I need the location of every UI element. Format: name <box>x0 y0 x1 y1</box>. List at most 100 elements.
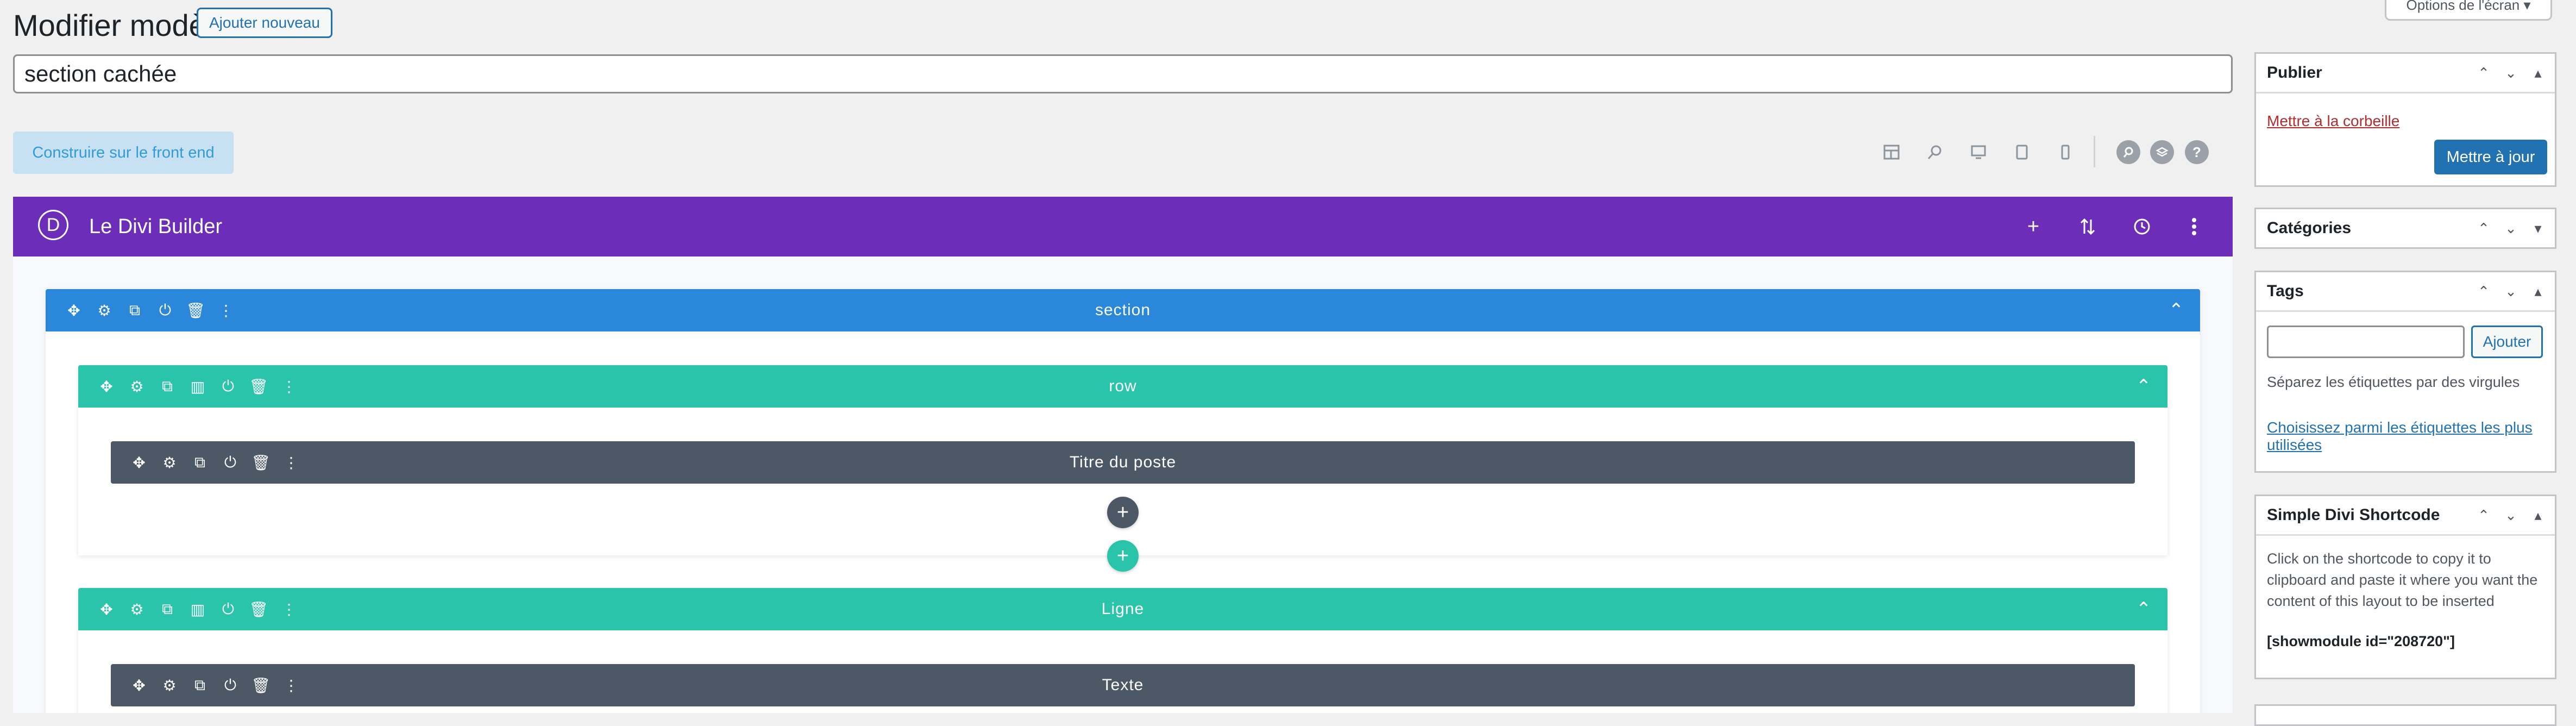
section-label: section <box>1095 301 1151 319</box>
shortcode-panel-title: Simple Divi Shortcode <box>2267 506 2440 524</box>
front-end-builder-button[interactable]: Construire sur le front end <box>13 132 234 174</box>
move-down-icon[interactable]: ⌄ <box>2497 59 2524 86</box>
row-label: row <box>1109 377 1137 395</box>
row-bar[interactable]: ✥ ⚙ ⧉ ▥ ⏻ 🗑 ⋮ row ⌃ <box>78 365 2167 408</box>
move-icon[interactable]: ✥ <box>124 447 154 478</box>
row-bar[interactable]: ✥ ⚙ ⧉ ▥ ⏻ 🗑 ⋮ Ligne ⌃ <box>78 588 2167 630</box>
screen-options-button[interactable]: Options de l'écran ▾ <box>2385 0 2552 21</box>
more-icon[interactable]: ⋮ <box>276 447 306 478</box>
more-icon[interactable]: ⋮ <box>211 295 241 326</box>
tablet-view-icon[interactable] <box>2010 140 2034 164</box>
move-up-icon[interactable]: ⌃ <box>2470 59 2497 86</box>
add-new-button[interactable]: Ajouter nouveau <box>197 8 332 38</box>
toggle-panel-icon[interactable]: ▾ <box>2524 215 2552 242</box>
tags-panel-title: Tags <box>2267 282 2304 300</box>
move-up-icon[interactable]: ⌃ <box>2470 502 2497 529</box>
history-icon[interactable] <box>2128 213 2156 240</box>
add-tag-button[interactable]: Ajouter <box>2471 326 2543 358</box>
shortcode-panel: Simple Divi Shortcode ⌃ ⌄ ▴ Click on the… <box>2254 495 2556 679</box>
move-down-icon[interactable]: ⌄ <box>2497 502 2524 529</box>
help-icon[interactable]: ? <box>2185 140 2209 164</box>
module-bar[interactable]: ✥ ⚙ ⧉ ⏻ 🗑 ⋮ Titre du poste <box>111 441 2135 484</box>
settings-icon[interactable]: ⚙ <box>89 295 120 326</box>
portability-icon[interactable] <box>2074 213 2101 240</box>
categories-panel-title: Catégories <box>2267 219 2352 237</box>
trash-icon[interactable]: 🗑 <box>243 371 274 402</box>
toggle-panel-icon[interactable]: ▴ <box>2524 59 2552 86</box>
power-icon[interactable]: ⏻ <box>213 594 243 624</box>
trash-icon[interactable]: 🗑 <box>180 295 211 326</box>
shortcode-description: Click on the shortcode to copy it to cli… <box>2267 550 2538 609</box>
move-icon[interactable]: ✥ <box>91 594 122 624</box>
move-down-icon[interactable]: ⌄ <box>2497 215 2524 242</box>
more-icon[interactable]: ⋮ <box>274 594 304 624</box>
trash-icon[interactable]: 🗑 <box>246 447 276 478</box>
duplicate-icon[interactable]: ⧉ <box>185 670 215 700</box>
update-button[interactable]: Mettre à jour <box>2434 140 2547 174</box>
publish-panel: Publier ⌃ ⌄ ▴ Mettre à la corbeille Mett… <box>2254 52 2556 187</box>
move-up-icon[interactable]: ⌃ <box>2470 278 2497 305</box>
next-panel <box>2254 704 2556 726</box>
move-to-trash-link[interactable]: Mettre à la corbeille <box>2267 112 2399 130</box>
builder-canvas: ✥ ⚙ ⧉ ⏻ 🗑 ⋮ section ⌃ ✥ ⚙ ⧉ ▥ ⏻ 🗑 ⋮ row … <box>13 256 2233 713</box>
power-icon[interactable]: ⏻ <box>150 295 180 326</box>
duplicate-icon[interactable]: ⧉ <box>152 371 183 402</box>
settings-icon[interactable]: ⚙ <box>154 447 185 478</box>
move-up-icon[interactable]: ⌃ <box>2470 215 2497 242</box>
settings-icon[interactable]: ⚙ <box>122 594 152 624</box>
tags-panel: Tags ⌃ ⌄ ▴ Ajouter Séparez les étiquette… <box>2254 271 2556 473</box>
add-row-button[interactable]: + <box>1107 540 1139 572</box>
move-icon[interactable]: ✥ <box>91 371 122 402</box>
row-container: ✥ ⚙ ⧉ ▥ ⏻ 🗑 ⋮ Ligne ⌃ ✥ ⚙ ⧉ ⏻ 🗑 ⋮ Texte <box>78 588 2167 713</box>
trash-icon[interactable]: 🗑 <box>243 594 274 624</box>
zoom-icon[interactable] <box>1923 140 1947 164</box>
add-layout-icon[interactable]: + <box>2020 213 2047 240</box>
chevron-up-icon[interactable]: ⌃ <box>2132 374 2156 398</box>
divi-logo-icon: D <box>38 210 68 240</box>
choose-tags-link[interactable]: Choisissez parmi les étiquettes les plus… <box>2267 419 2547 454</box>
move-icon[interactable]: ✥ <box>124 670 154 700</box>
power-icon[interactable]: ⏻ <box>215 447 246 478</box>
module-bar[interactable]: ✥ ⚙ ⧉ ⏻ 🗑 ⋮ Texte <box>111 664 2135 706</box>
section-container: ✥ ⚙ ⧉ ⏻ 🗑 ⋮ section ⌃ ✥ ⚙ ⧉ ▥ ⏻ 🗑 ⋮ row … <box>46 289 2200 713</box>
more-options-icon[interactable] <box>2181 213 2208 240</box>
columns-icon[interactable]: ▥ <box>183 594 213 624</box>
search-icon[interactable] <box>2116 140 2140 164</box>
tag-input[interactable] <box>2267 326 2465 358</box>
tags-hint: Séparez les étiquettes par des virgules <box>2267 374 2520 390</box>
power-icon[interactable]: ⏻ <box>215 670 246 700</box>
settings-icon[interactable]: ⚙ <box>154 670 185 700</box>
shortcode-value[interactable]: [showmodule id="208720"] <box>2267 633 2455 650</box>
publish-panel-title: Publier <box>2267 64 2322 82</box>
post-title-input[interactable]: section cachée <box>13 54 2233 93</box>
chevron-up-icon[interactable]: ⌃ <box>2132 597 2156 621</box>
publish-panel-header: Publier ⌃ ⌄ ▴ <box>2256 54 2555 93</box>
builder-header: D Le Divi Builder + <box>13 197 2233 256</box>
section-bar[interactable]: ✥ ⚙ ⧉ ⏻ 🗑 ⋮ section ⌃ <box>46 289 2200 331</box>
duplicate-icon[interactable]: ⧉ <box>152 594 183 624</box>
more-icon[interactable]: ⋮ <box>274 371 304 402</box>
divi-builder: D Le Divi Builder + ✥ ⚙ ⧉ ⏻ 🗑 ⋮ section … <box>13 197 2233 713</box>
row-label: Ligne <box>1101 600 1145 618</box>
more-icon[interactable]: ⋮ <box>276 670 306 700</box>
power-icon[interactable]: ⏻ <box>213 371 243 402</box>
phone-view-icon[interactable] <box>2053 140 2077 164</box>
add-module-button[interactable]: + <box>1107 497 1139 528</box>
toggle-panel-icon[interactable]: ▴ <box>2524 278 2552 305</box>
layers-icon[interactable] <box>2150 140 2174 164</box>
move-icon[interactable]: ✥ <box>59 295 89 326</box>
duplicate-icon[interactable]: ⧉ <box>120 295 150 326</box>
settings-icon[interactable]: ⚙ <box>122 371 152 402</box>
columns-icon[interactable]: ▥ <box>183 371 213 402</box>
builder-title: Le Divi Builder <box>89 215 222 238</box>
wireframe-view-icon[interactable] <box>1880 140 1903 164</box>
tags-panel-header: Tags ⌃ ⌄ ▴ <box>2256 272 2555 312</box>
trash-icon[interactable]: 🗑 <box>246 670 276 700</box>
toggle-panel-icon[interactable]: ▴ <box>2524 502 2552 529</box>
desktop-view-icon[interactable] <box>1966 140 1990 164</box>
chevron-up-icon[interactable]: ⌃ <box>2164 298 2188 322</box>
move-down-icon[interactable]: ⌄ <box>2497 278 2524 305</box>
shortcode-panel-header: Simple Divi Shortcode ⌃ ⌄ ▴ <box>2256 496 2555 536</box>
duplicate-icon[interactable]: ⧉ <box>185 447 215 478</box>
categories-panel: Catégories ⌃ ⌄ ▾ <box>2254 208 2556 249</box>
